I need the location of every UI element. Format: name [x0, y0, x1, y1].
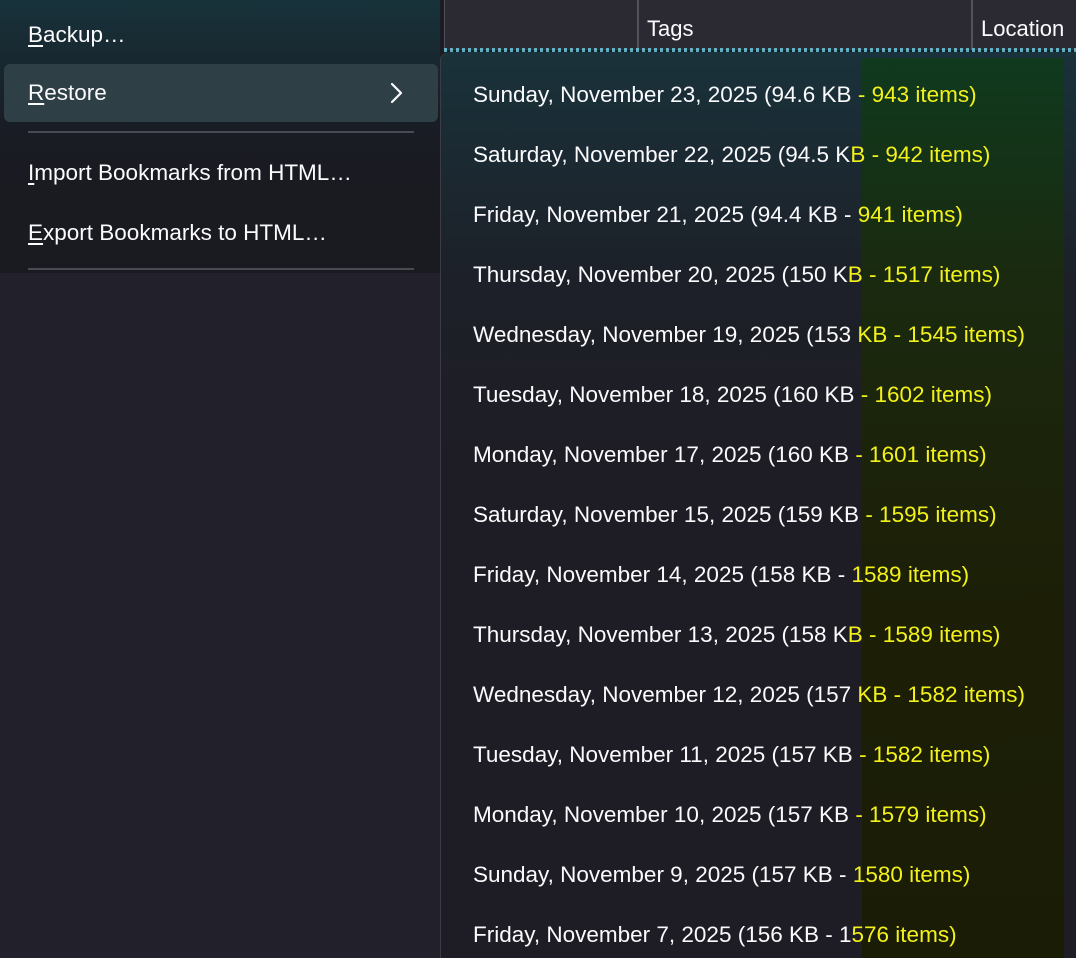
backup-label-text: Thursday, November 13, 2025 (158 K [473, 622, 848, 647]
backup-label: ackup… [43, 22, 126, 47]
backup-label-highlighted-text: - 943 items) [857, 82, 977, 107]
backup-label-text: Wednesday, November 12, 2025 (157 [473, 682, 858, 707]
restore-submenu: Sunday, November 23, 2025 (94.6 KB - 943… [440, 52, 1076, 958]
backup-label-highlighted-text: - 1602 items) [860, 382, 993, 407]
backup-label-highlighted-text: KB - 1545 items) [857, 322, 1025, 347]
restore-menu-item[interactable]: Restore [4, 64, 438, 122]
backup-list-item[interactable]: Friday, November 14, 2025 (158 KB - 1589… [441, 545, 1076, 605]
backup-accel: B [28, 22, 44, 47]
column-header-tags[interactable]: Tags [639, 0, 973, 50]
backup-list-item[interactable]: Wednesday, November 12, 2025 (157 KB - 1… [441, 665, 1076, 725]
backup-label-highlighted-text: 576 items) [851, 922, 957, 947]
backup-list-item[interactable]: Tuesday, November 18, 2025 (160 KB - 160… [441, 365, 1076, 425]
column-header-name[interactable] [445, 0, 639, 50]
import-backup-menu: Backup… Restore Import Bookmarks from HT… [0, 0, 440, 273]
backup-label-highlighted-text: B - 942 items) [850, 142, 991, 167]
backup-label-highlighted-text: - 1582 items) [859, 742, 991, 767]
backup-label-text: Saturday, November 22, 2025 (94.5 K [473, 142, 851, 167]
backup-label-text: Thursday, November 20, 2025 (150 K [473, 262, 848, 287]
restore-accel: R [28, 80, 45, 105]
backup-label-text: Tuesday, November 11, 2025 (157 KB [473, 742, 860, 767]
import-label: mport Bookmarks from HTML… [34, 160, 352, 185]
backup-list-item[interactable]: Friday, November 21, 2025 (94.4 KB - 941… [441, 185, 1076, 245]
backup-label-text: Tuesday, November 18, 2025 (160 KB [473, 382, 861, 407]
backup-label-highlighted-text: B - 1517 items) [847, 262, 1001, 287]
backup-list-item[interactable]: Sunday, November 9, 2025 (157 KB - 1580 … [441, 845, 1076, 905]
backup-label-text: Friday, November 14, 2025 (158 KB - [473, 562, 852, 587]
backup-label-text: Monday, November 17, 2025 (160 KB [473, 442, 856, 467]
backup-list-item[interactable]: Saturday, November 15, 2025 (159 KB - 15… [441, 485, 1076, 545]
restore-label: estore [44, 80, 107, 105]
backup-menu-item[interactable]: Backup… [4, 6, 438, 64]
export-accel: E [28, 220, 44, 245]
import-html-menu-item[interactable]: Import Bookmarks from HTML… [4, 144, 438, 202]
backup-list-item[interactable]: Thursday, November 20, 2025 (150 KB - 15… [441, 245, 1076, 305]
backup-list-item[interactable]: Wednesday, November 19, 2025 (153 KB - 1… [441, 305, 1076, 365]
backup-list-item[interactable]: Thursday, November 13, 2025 (158 KB - 15… [441, 605, 1076, 665]
backup-label-text: Sunday, November 9, 2025 (157 KB - [473, 862, 853, 887]
library-window: Tags Location Backup… Restore Import Boo… [0, 0, 1076, 958]
backup-label-text: Sunday, November 23, 2025 (94.6 KB [473, 82, 858, 107]
column-header-location[interactable]: Location [973, 0, 1076, 50]
backup-label-text: Friday, November 7, 2025 (156 KB - 1 [473, 922, 852, 947]
backup-list-item[interactable]: Sunday, November 23, 2025 (94.6 KB - 943… [441, 65, 1076, 125]
backup-label-text: Saturday, November 15, 2025 (159 KB [473, 502, 860, 527]
backup-list-item[interactable]: Monday, November 10, 2025 (157 KB - 1579… [441, 785, 1076, 845]
backup-label-highlighted-text: B - 1589 items) [847, 622, 1001, 647]
backup-label-text: Wednesday, November 19, 2025 (153 [473, 322, 858, 347]
backup-label-text: Friday, November 21, 2025 (94.4 KB - [473, 202, 858, 227]
chevron-right-icon [390, 82, 403, 104]
backup-list-item[interactable]: Monday, November 17, 2025 (160 KB - 1601… [441, 425, 1076, 485]
menu-separator [28, 268, 414, 270]
backup-label-highlighted-text: - 1595 items) [859, 502, 997, 527]
menu-separator [28, 131, 414, 133]
backup-label-highlighted-text: - 1601 items) [855, 442, 987, 467]
backup-label-highlighted-text: 1580 items) [852, 862, 971, 887]
export-label: xport Bookmarks to HTML… [43, 220, 327, 245]
export-html-menu-item[interactable]: Export Bookmarks to HTML… [4, 204, 438, 262]
backup-label-highlighted-text: 1589 items) [851, 562, 970, 587]
backup-label-highlighted-text: 941 items) [857, 202, 963, 227]
backup-label-highlighted-text: - 1579 items) [855, 802, 987, 827]
backup-list-item[interactable]: Friday, November 7, 2025 (156 KB - 1576 … [441, 905, 1076, 958]
backup-label-highlighted-text: KB - 1582 items) [857, 682, 1025, 707]
backup-list-item[interactable]: Saturday, November 22, 2025 (94.5 KB - 9… [441, 125, 1076, 185]
backup-label-text: Monday, November 10, 2025 (157 KB [473, 802, 856, 827]
columns-header: Tags Location [444, 0, 1076, 50]
backup-list-item[interactable]: Tuesday, November 11, 2025 (157 KB - 158… [441, 725, 1076, 785]
